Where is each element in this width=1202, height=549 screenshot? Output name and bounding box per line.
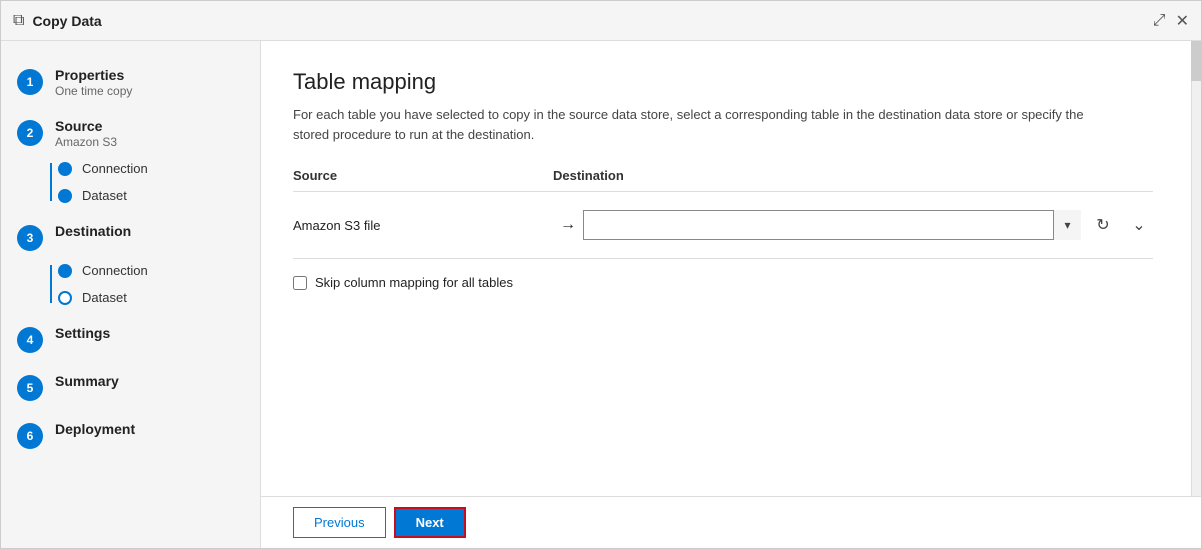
step-3-circle: 3 <box>17 225 43 251</box>
source-sub-items: Connection Dataset <box>1 155 260 209</box>
mapping-table-header: Source Destination <box>293 168 1153 192</box>
sidebar-sub-item-source-dataset[interactable]: Dataset <box>44 182 260 209</box>
title-bar-controls: ⤢ ✕ <box>1153 11 1189 31</box>
sidebar-sub-item-dest-connection[interactable]: Connection <box>44 257 260 284</box>
sidebar-item-summary[interactable]: 5 Summary <box>1 363 260 411</box>
close-icon[interactable]: ✕ <box>1176 11 1189 31</box>
source-column-header: Source <box>293 168 553 183</box>
dest-dataset-dot <box>58 291 72 305</box>
source-cell: Amazon S3 file <box>293 218 553 233</box>
skip-column-mapping-label: Skip column mapping for all tables <box>315 275 513 290</box>
refresh-button[interactable]: ↻ <box>1089 211 1117 239</box>
page-description: For each table you have selected to copy… <box>293 105 1113 144</box>
destination-dropdown[interactable] <box>583 210 1081 240</box>
sidebar-sub-item-dest-dataset[interactable]: Dataset <box>44 284 260 311</box>
step-6-text: Deployment <box>55 421 135 437</box>
next-button[interactable]: Next <box>394 507 466 538</box>
destination-dropdown-wrapper[interactable]: ▾ <box>583 210 1081 240</box>
sidebar: 1 Properties One time copy 2 Source Amaz… <box>1 41 261 548</box>
step-2-text: Source Amazon S3 <box>55 118 117 149</box>
step-5-label: Summary <box>55 373 119 389</box>
mapping-row: Amazon S3 file → ▾ ↻ ⌄ <box>293 200 1153 250</box>
step-5-circle: 5 <box>17 375 43 401</box>
page-title: Table mapping <box>293 69 1169 95</box>
step-1-label: Properties <box>55 67 132 83</box>
sidebar-item-properties[interactable]: 1 Properties One time copy <box>1 57 260 108</box>
window-title: Copy Data <box>32 13 101 29</box>
step-4-circle: 4 <box>17 327 43 353</box>
step-4-label: Settings <box>55 325 110 341</box>
source-dataset-dot <box>58 189 72 203</box>
main-content: 1 Properties One time copy 2 Source Amaz… <box>1 41 1201 548</box>
destination-cell: ▾ ↻ ⌄ <box>583 210 1153 240</box>
dest-connection-dot <box>58 264 72 278</box>
arrow-right-icon: → <box>553 216 583 234</box>
step-4-text: Settings <box>55 325 110 341</box>
sidebar-sub-item-source-connection[interactable]: Connection <box>44 155 260 182</box>
sidebar-item-settings[interactable]: 4 Settings <box>1 315 260 363</box>
dest-dataset-label: Dataset <box>82 290 127 305</box>
source-connection-label: Connection <box>82 161 148 176</box>
step-6-circle: 6 <box>17 423 43 449</box>
step-3-label: Destination <box>55 223 131 239</box>
sidebar-item-deployment[interactable]: 6 Deployment <box>1 411 260 459</box>
sidebar-item-source[interactable]: 2 Source Amazon S3 <box>1 108 260 159</box>
mapping-table: Source Destination Amazon S3 file → <box>293 168 1153 250</box>
sidebar-item-destination[interactable]: 3 Destination <box>1 213 260 261</box>
skip-section: Skip column mapping for all tables <box>293 275 1169 290</box>
expand-row-button[interactable]: ⌄ <box>1125 211 1153 239</box>
source-dataset-label: Dataset <box>82 188 127 203</box>
right-panel: Table mapping For each table you have se… <box>261 41 1201 548</box>
step-1-sublabel: One time copy <box>55 84 132 98</box>
main-window: ⧉ Copy Data ⤢ ✕ 1 Properties One time co… <box>0 0 1202 549</box>
step-2-label: Source <box>55 118 117 134</box>
step-3-text: Destination <box>55 223 131 239</box>
step-1-text: Properties One time copy <box>55 67 132 98</box>
step-2-circle: 2 <box>17 120 43 146</box>
previous-button[interactable]: Previous <box>293 507 386 538</box>
destination-column-header: Destination <box>553 168 1153 183</box>
title-bar-left: ⧉ Copy Data <box>13 12 102 30</box>
scrollbar-track[interactable] <box>1191 41 1201 496</box>
step-6-label: Deployment <box>55 421 135 437</box>
skip-column-mapping-checkbox[interactable] <box>293 276 307 290</box>
step-1-circle: 1 <box>17 69 43 95</box>
step-5-text: Summary <box>55 373 119 389</box>
panel-footer: Previous Next <box>261 496 1201 548</box>
copy-data-icon: ⧉ <box>13 12 24 30</box>
source-connection-dot <box>58 162 72 176</box>
panel-body: Table mapping For each table you have se… <box>261 41 1201 496</box>
dest-connection-label: Connection <box>82 263 148 278</box>
title-bar: ⧉ Copy Data ⤢ ✕ <box>1 1 1201 41</box>
scrollbar-thumb[interactable] <box>1191 41 1201 81</box>
mapping-separator <box>293 258 1153 259</box>
maximize-icon[interactable]: ⤢ <box>1153 12 1166 30</box>
step-2-sublabel: Amazon S3 <box>55 135 117 149</box>
destination-sub-items: Connection Dataset <box>1 257 260 311</box>
